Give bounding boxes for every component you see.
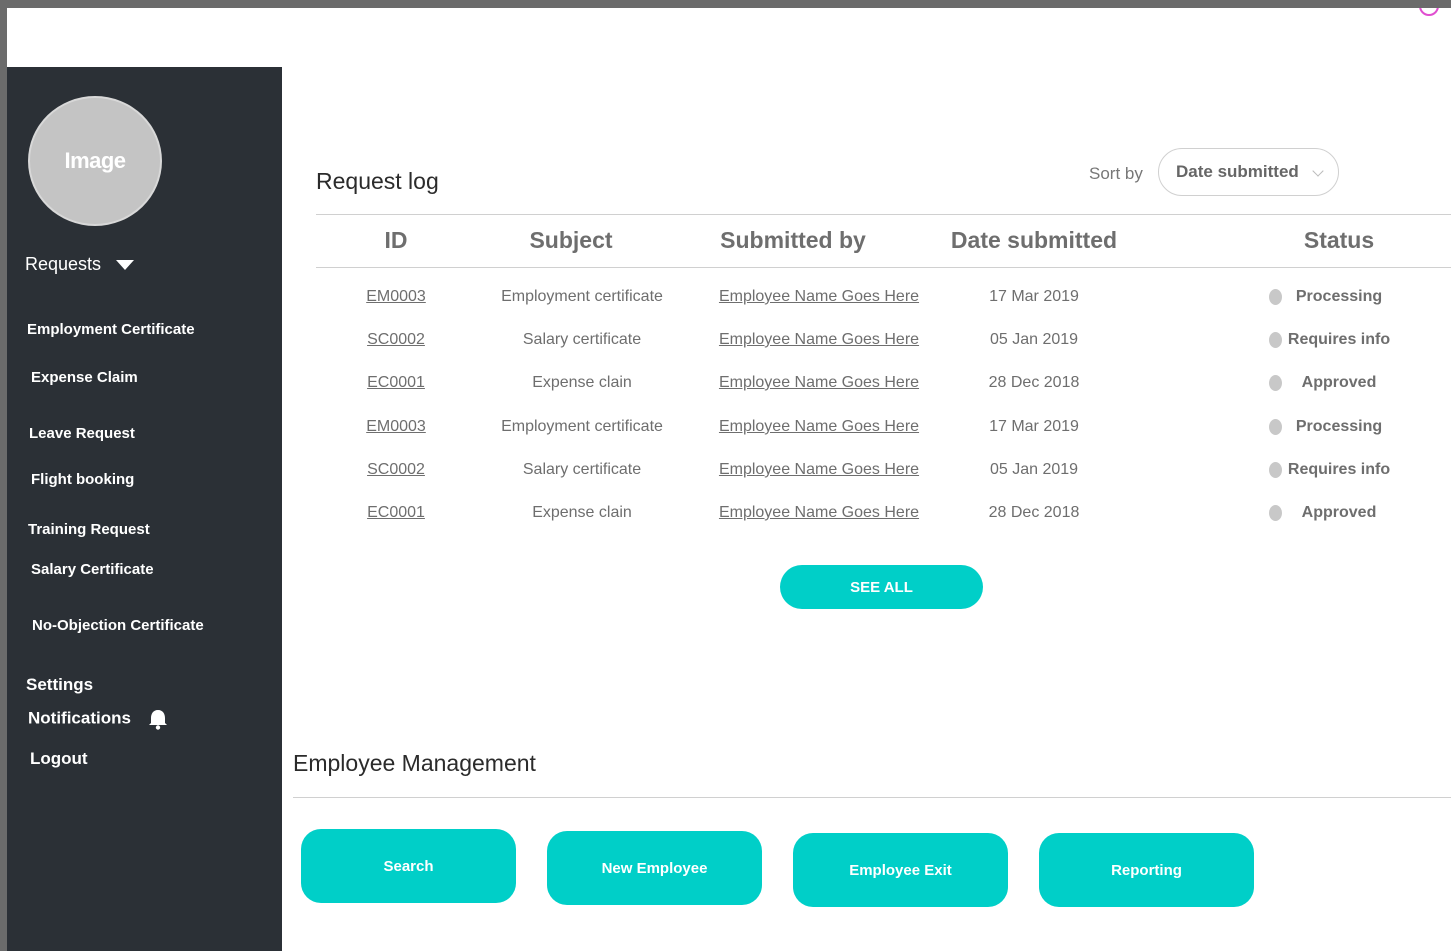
status-dot-icon <box>1269 419 1282 435</box>
request-subject: Employment certificate <box>501 288 663 305</box>
request-id-link[interactable]: EC0001 <box>367 374 425 392</box>
submitted-by-link[interactable]: Employee Name Goes Here <box>719 504 919 522</box>
sidebar-item-no-objection-certificate[interactable]: No-Objection Certificate <box>32 617 204 634</box>
employee-management-title: Employee Management <box>293 750 536 776</box>
new-employee-button[interactable]: New Employee <box>547 831 762 905</box>
status-dot-icon <box>1269 462 1282 478</box>
sidebar-item-expense-claim[interactable]: Expense Claim <box>31 369 138 386</box>
request-date: 28 Dec 2018 <box>988 504 1080 521</box>
request-id-link[interactable]: SC0002 <box>367 461 425 479</box>
sort-select[interactable]: Date submitted <box>1158 148 1339 196</box>
search-button[interactable]: Search <box>301 829 516 903</box>
sidebar-item-settings[interactable]: Settings <box>26 675 93 695</box>
request-date: 05 Jan 2019 <box>989 461 1079 478</box>
requests-label: Requests <box>25 254 102 274</box>
request-date: 17 Mar 2019 <box>989 418 1079 435</box>
divider <box>293 797 1451 798</box>
bell-icon <box>148 710 167 730</box>
sidebar-item-salary-certificate[interactable]: Salary Certificate <box>31 561 154 578</box>
caret-down-icon <box>116 259 135 270</box>
see-all-button[interactable]: SEE ALL <box>780 565 983 609</box>
column-header-status: Status <box>1303 227 1375 253</box>
request-subject: Expense clain <box>532 374 632 391</box>
request-status: Approved <box>1301 504 1377 521</box>
column-header-subject: Subject <box>529 227 613 253</box>
avatar-label: Image <box>64 148 126 173</box>
request-id-link[interactable]: EC0001 <box>367 504 425 522</box>
sort-by-label: Sort by <box>1089 164 1143 183</box>
requests-dropdown[interactable]: Requests <box>25 254 135 275</box>
sort-select-value: Date submitted <box>1176 162 1299 181</box>
submitted-by-link[interactable]: Employee Name Goes Here <box>719 374 919 392</box>
column-header-submitted-by: Submitted by <box>720 227 866 253</box>
chevron-down-icon <box>1312 165 1324 177</box>
request-status: Approved <box>1301 374 1377 391</box>
status-dot-icon <box>1269 505 1282 521</box>
column-header-id: ID <box>384 227 408 253</box>
notifications-label: Notifications <box>28 708 131 728</box>
employee-exit-button[interactable]: Employee Exit <box>793 833 1008 907</box>
avatar[interactable]: Image <box>28 96 162 226</box>
column-header-date-submitted: Date submitted <box>950 227 1118 253</box>
request-status: Processing <box>1295 418 1383 435</box>
request-id-link[interactable]: EM0003 <box>366 418 426 436</box>
request-status: Requires info <box>1287 461 1391 478</box>
sidebar-item-leave-request[interactable]: Leave Request <box>29 425 135 442</box>
request-date: 28 Dec 2018 <box>988 374 1080 391</box>
request-subject: Salary certificate <box>522 461 642 478</box>
submitted-by-link[interactable]: Employee Name Goes Here <box>719 418 919 436</box>
submitted-by-link[interactable]: Employee Name Goes Here <box>719 461 919 479</box>
request-subject: Expense clain <box>532 504 632 521</box>
request-status: Processing <box>1295 288 1383 305</box>
reporting-button[interactable]: Reporting <box>1039 833 1254 907</box>
submitted-by-link[interactable]: Employee Name Goes Here <box>719 288 919 306</box>
sidebar-item-training-request[interactable]: Training Request <box>28 521 150 538</box>
corner-marker <box>1419 8 1439 16</box>
status-dot-icon <box>1269 289 1282 305</box>
status-dot-icon <box>1269 332 1282 348</box>
request-subject: Employment certificate <box>501 418 663 435</box>
divider <box>316 267 1451 268</box>
request-subject: Salary certificate <box>522 331 642 348</box>
request-date: 05 Jan 2019 <box>989 331 1079 348</box>
sidebar-item-employment-certificate[interactable]: Employment Certificate <box>27 321 195 338</box>
divider <box>316 214 1451 215</box>
request-id-link[interactable]: SC0002 <box>367 331 425 349</box>
request-status: Requires info <box>1287 331 1391 348</box>
sidebar: Image Requests Employment Certificate Ex… <box>7 67 282 951</box>
sidebar-item-logout[interactable]: Logout <box>30 749 88 769</box>
sidebar-item-flight-booking[interactable]: Flight booking <box>31 471 134 488</box>
request-date: 17 Mar 2019 <box>989 288 1079 305</box>
sidebar-item-notifications[interactable]: Notifications <box>28 708 170 730</box>
request-log-title: Request log <box>316 168 439 194</box>
submitted-by-link[interactable]: Employee Name Goes Here <box>719 331 919 349</box>
request-id-link[interactable]: EM0003 <box>366 288 426 306</box>
app-canvas: Image Requests Employment Certificate Ex… <box>7 8 1451 951</box>
status-dot-icon <box>1269 375 1282 391</box>
